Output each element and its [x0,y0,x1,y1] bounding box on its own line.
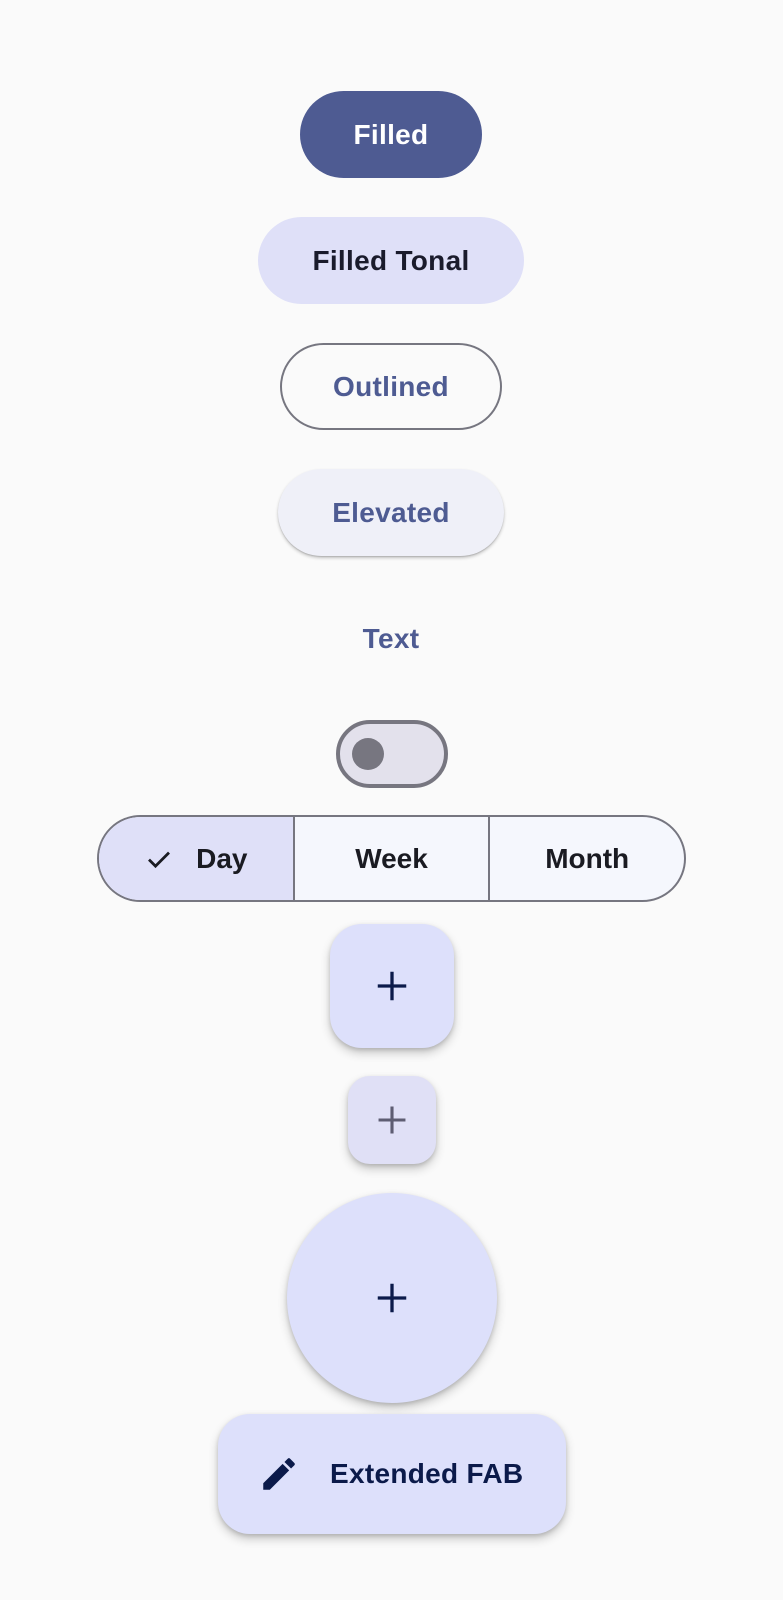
filled-tonal-button-label: Filled Tonal [312,244,470,276]
elevated-button[interactable]: Elevated [278,469,504,556]
elevated-button-label: Elevated [332,496,450,528]
switch-thumb [352,738,384,770]
text-button[interactable]: Text [322,595,460,682]
segment-month[interactable]: Month [488,817,684,900]
large-fab-button[interactable] [287,1193,497,1403]
segment-day[interactable]: Day [99,817,293,900]
edit-icon [263,1458,295,1490]
outlined-button-label: Outlined [333,370,449,402]
outlined-button[interactable]: Outlined [280,343,502,430]
extended-fab-label: Extended FAB [330,1458,524,1489]
segment-week[interactable]: Week [292,817,489,900]
segment-month-label: Month [545,842,630,874]
extended-fab-button[interactable]: Extended FAB [218,1414,566,1534]
toggle-switch[interactable] [336,720,448,788]
check-icon [148,851,171,868]
filled-button[interactable]: Filled [300,91,482,178]
add-icon [377,971,407,1001]
add-icon [378,1106,406,1134]
filled-tonal-button[interactable]: Filled Tonal [258,217,524,304]
text-button-label: Text [362,622,420,654]
add-icon [377,1283,407,1313]
small-fab-button[interactable] [348,1076,436,1164]
fab-button[interactable] [330,924,454,1048]
segment-week-label: Week [355,842,428,874]
segment-day-label: Day [196,842,248,874]
filled-button-label: Filled [353,118,429,150]
segmented-button-group: Day Week Month [97,815,686,902]
